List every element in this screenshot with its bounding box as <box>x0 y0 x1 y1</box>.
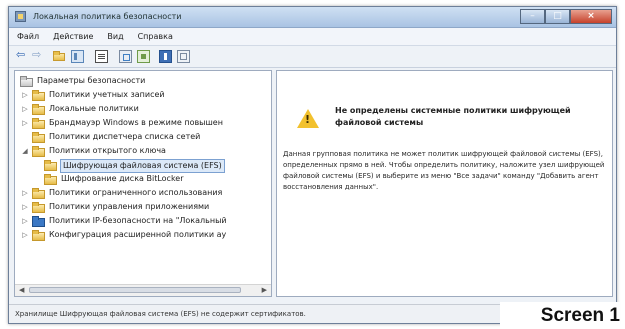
app-icon <box>15 11 26 22</box>
expand-arrow-icon[interactable]: ▷ <box>21 119 29 127</box>
tree-item-label: Конфигурация расширенной политики ау <box>49 230 227 239</box>
detail-description: Данная групповая политика не может полит… <box>283 150 605 191</box>
tree-item-efs[interactable]: Шифрующая файловая система (EFS) <box>15 159 271 173</box>
tree-item-label: Политики диспетчера списка сетей <box>49 132 201 141</box>
menu-help[interactable]: Справка <box>138 32 173 41</box>
tree-item-label: Локальные политики <box>49 104 139 113</box>
close-button[interactable]: × <box>570 9 612 24</box>
tree-item-label: Шифрование диска BitLocker <box>61 174 184 183</box>
folder-icon <box>32 202 45 213</box>
tree-item-local-policies[interactable]: ▷ Локальные политики <box>15 103 271 117</box>
expand-arrow-icon[interactable]: ▷ <box>21 203 29 211</box>
view-icon[interactable] <box>177 50 190 63</box>
folder-icon <box>32 118 45 129</box>
expand-arrow-icon[interactable]: ▷ <box>21 91 29 99</box>
expand-arrow-icon[interactable]: ▷ <box>21 105 29 113</box>
tree-item-label: Политики управления приложениями <box>49 202 210 211</box>
tree-item-software-restriction[interactable]: ▷ Политики ограниченного использования <box>15 187 271 201</box>
expand-arrow-icon[interactable]: ▷ <box>21 189 29 197</box>
properties-icon[interactable] <box>137 50 150 63</box>
tree-item-label: Брандмауэр Windows в режиме повышен <box>49 118 223 127</box>
maximize-button[interactable]: □ <box>545 9 570 24</box>
folder-icon <box>32 104 45 115</box>
detail-pane: Не определены системные политики шифрующ… <box>276 70 613 297</box>
detail-title: Не определены системные политики шифрующ… <box>335 106 571 127</box>
tree-item-label: Политики IP-безопасности на "Локальный <box>49 216 227 225</box>
scrollbar-thumb[interactable] <box>29 287 241 293</box>
tree-item-label: Политики учетных записей <box>49 90 165 99</box>
folder-up-icon[interactable] <box>53 50 66 63</box>
tree-item-account-policies[interactable]: ▷ Политики учетных записей <box>15 89 271 103</box>
tree-item-public-key-policies[interactable]: ◢ Политики открытого ключа <box>15 145 271 159</box>
forward-arrow-icon[interactable]: ⇨ <box>32 48 45 63</box>
menu-view[interactable]: Вид <box>107 32 123 41</box>
menu-file[interactable]: Файл <box>17 32 39 41</box>
tree-horizontal-scrollbar[interactable]: ◀ ▶ <box>15 284 271 296</box>
back-arrow-icon[interactable]: ⇦ <box>16 48 29 63</box>
console-tree[interactable]: Параметры безопасности ▷ Политики учетны… <box>14 70 272 297</box>
forward-arrow-glyph: ⇨ <box>32 48 42 61</box>
tree-item-label: Политики открытого ключа <box>49 146 166 155</box>
expand-arrow-icon[interactable]: ▷ <box>21 231 29 239</box>
title-bar[interactable]: Локальная политика безопасности – □ × <box>9 7 616 28</box>
back-arrow-glyph: ⇦ <box>16 48 26 61</box>
collapse-arrow-icon[interactable]: ◢ <box>21 147 29 155</box>
help-icon[interactable] <box>159 50 172 63</box>
minimize-button[interactable]: – <box>520 9 545 24</box>
folder-icon <box>32 90 45 101</box>
folder-glyph <box>53 51 65 61</box>
security-settings-icon <box>20 76 33 87</box>
tree-item-label: Политики ограниченного использования <box>49 188 223 197</box>
tree-item-label: Параметры безопасности <box>37 76 146 85</box>
security-policy-window: Локальная политика безопасности – □ × Фа… <box>8 6 617 324</box>
document-icon[interactable] <box>95 50 108 63</box>
window-title: Локальная политика безопасности <box>33 12 182 21</box>
folder-icon <box>32 230 45 241</box>
tree-item-ip-security[interactable]: ▷ Политики IP-безопасности на "Локальный <box>15 215 271 229</box>
network-policy-icon <box>32 216 45 227</box>
status-text: Хранилище Шифрующая файловая система (EF… <box>15 310 306 318</box>
tree-item-network-list-policies[interactable]: Политики диспетчера списка сетей <box>15 131 271 145</box>
tree-item-windows-firewall[interactable]: ▷ Брандмауэр Windows в режиме повышен <box>15 117 271 131</box>
tree-item-app-control[interactable]: ▷ Политики управления приложениями <box>15 201 271 215</box>
warning-icon <box>297 109 319 128</box>
folder-icon <box>32 188 45 199</box>
folder-icon <box>44 160 57 171</box>
toolbar: ⇦ ⇨ <box>9 46 616 68</box>
tree-item-security-settings[interactable]: Параметры безопасности <box>15 75 271 89</box>
expand-arrow-icon[interactable]: ▷ <box>21 217 29 225</box>
export-list-icon[interactable] <box>119 50 132 63</box>
window-controls: – □ × <box>520 9 612 24</box>
scroll-left-icon[interactable]: ◀ <box>19 286 24 294</box>
folder-icon <box>32 132 45 143</box>
console-tree-icon[interactable] <box>71 50 84 63</box>
screen-caption: Screen 1 <box>500 302 620 329</box>
scroll-right-icon[interactable]: ▶ <box>262 286 267 294</box>
menu-action[interactable]: Действие <box>53 32 93 41</box>
folder-icon <box>44 174 57 185</box>
folder-open-icon <box>32 146 45 157</box>
tree-item-advanced-audit[interactable]: ▷ Конфигурация расширенной политики ау <box>15 229 271 243</box>
menu-bar: Файл Действие Вид Справка <box>9 28 616 46</box>
tree-item-label: Шифрующая файловая система (EFS) <box>60 159 225 173</box>
tree-item-bitlocker[interactable]: Шифрование диска BitLocker <box>15 173 271 187</box>
